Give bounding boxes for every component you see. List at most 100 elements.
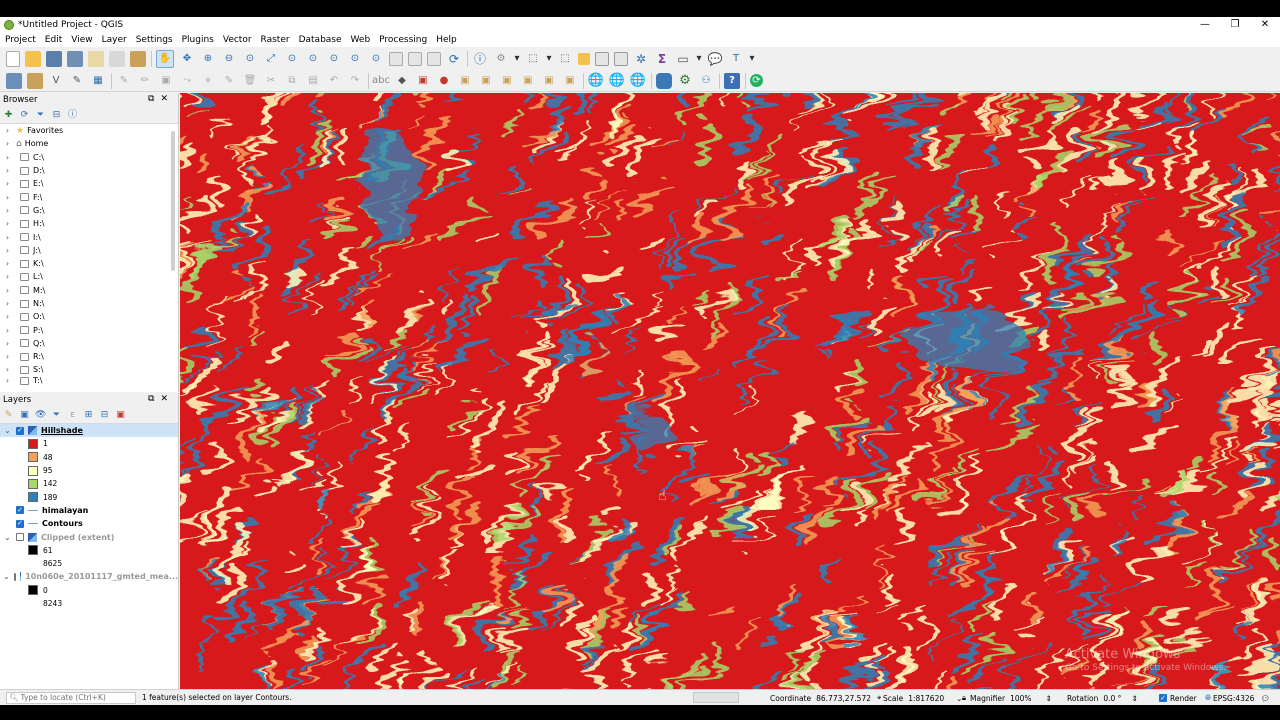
graphical-modeler-icon[interactable]: ⚇ [698,73,714,89]
rotate-label-icon[interactable]: ▣ [499,73,515,89]
save-project-icon[interactable] [46,51,62,67]
chevron-right-icon[interactable]: › [3,126,12,135]
show-hide-labels-icon[interactable]: ▣ [457,73,473,89]
select-by-value-icon[interactable]: ⬚ [557,51,573,67]
new-bookmark-icon[interactable] [408,52,422,66]
browser-item-drive[interactable]: › N:\ [0,297,178,310]
chevron-right-icon[interactable]: › [3,326,12,335]
chevron-right-icon[interactable]: › [3,352,12,361]
zoom-native-icon[interactable]: ⊙ [326,51,342,67]
browser-item-drive[interactable]: › F:\ [0,190,178,203]
chevron-right-icon[interactable]: › [3,233,12,242]
dropdown-arrow-icon[interactable]: ▾ [696,51,702,67]
chevron-down-icon[interactable]: ⌄ [3,533,12,542]
globe-wfs-icon[interactable]: 🌐 [609,73,625,89]
add-layer-icon[interactable]: ✚ [3,110,14,121]
cut-features-icon[interactable]: ✂ [263,73,279,89]
layer-visibility-checkbox[interactable] [13,572,17,581]
spinbox-arrows-icon[interactable]: ⇕ [1131,694,1137,703]
show-bookmarks-icon[interactable] [427,52,441,66]
layer-visibility-checkbox[interactable]: ✓ [16,506,24,515]
browser-item-drive[interactable]: › Q:\ [0,337,178,350]
float-panel-icon[interactable]: ⧉ [148,394,160,404]
select-features-icon[interactable]: ⬚ [525,51,541,67]
help-icon[interactable]: ? [724,72,740,89]
browser-item-drive[interactable]: › O:\ [0,310,178,323]
python-console-icon[interactable] [656,72,672,89]
magnifier-input[interactable]: 100% [1008,693,1033,704]
browser-item-drive[interactable]: › R:\ [0,350,178,363]
close-panel-icon[interactable]: ✕ [160,394,174,404]
dropdown-arrow-icon[interactable]: ▾ [514,51,520,67]
label-tool-icon[interactable]: abc [372,73,390,89]
filter-icon[interactable]: ⏷ [35,110,46,121]
identify-features-icon[interactable]: ⓘ [472,51,488,67]
chevron-right-icon[interactable]: › [3,166,12,175]
collapse-all-icon[interactable]: ⊟ [51,110,62,121]
crs-field[interactable]: 🌐︎ EPSG:4326 💬︎ [1205,692,1270,704]
browser-item-drive[interactable]: › C:\ [0,151,178,164]
pan-icon[interactable]: ✋ [156,50,174,68]
deselect-all-icon[interactable] [578,53,590,65]
expand-all-icon[interactable]: ⊞ [83,410,94,421]
save-edits-icon[interactable]: ▣ [158,73,174,89]
current-edits-icon[interactable]: ✎ [116,73,132,89]
zoom-full-icon[interactable]: ⤢ [263,51,279,67]
layer-item-clipped[interactable]: ⌄ Clipped (extent) [0,530,178,543]
map-canvas[interactable]: ☝ Activate Windows Go to Settings to act… [180,93,1280,703]
text-annotation-icon[interactable]: T [728,51,744,67]
manage-visibility-icon[interactable]: 👁 [35,410,46,421]
highlight-pinned-icon[interactable]: ● [436,73,452,89]
layer-style-icon[interactable]: ✎ [3,410,14,421]
toggle-extents-icon[interactable]: ⌖ [877,693,881,703]
filter-expression-icon[interactable]: ε [67,410,78,421]
dropdown-arrow-icon[interactable]: ▾ [749,51,755,67]
layer-visibility-checkbox[interactable]: ✓ [16,519,24,528]
browser-item-drive[interactable]: › H:\ [0,217,178,230]
chevron-right-icon[interactable]: › [3,377,12,385]
vertex-tool-icon[interactable]: ⋄ [200,73,216,89]
layer-item-contours[interactable]: ✓ Contours [0,517,178,530]
zoom-out-icon[interactable]: ⊖ [221,51,237,67]
attribute-table-icon[interactable] [595,52,609,66]
chevron-right-icon[interactable]: › [3,299,12,308]
undo-icon[interactable]: ↶ [326,73,342,89]
browser-item-drive[interactable]: › P:\ [0,323,178,336]
browser-item-drive[interactable]: › M:\ [0,284,178,297]
chevron-right-icon[interactable]: › [3,153,12,162]
data-source-manager-icon[interactable] [6,72,22,89]
chevron-right-icon[interactable]: › [3,219,12,228]
new-project-icon[interactable] [6,51,20,67]
menu-web[interactable]: Web [346,35,375,45]
new-temporary-layer-icon[interactable]: ▦ [90,73,106,89]
style-manager-icon[interactable] [130,51,146,67]
globe-wcs-icon[interactable]: 🌐 [630,73,646,89]
menu-view[interactable]: View [66,35,96,45]
browser-item-drive[interactable]: › L:\ [0,270,178,283]
chevron-right-icon[interactable]: › [3,286,12,295]
globe-wms-icon[interactable]: 🌐 [588,73,604,89]
chevron-right-icon[interactable]: › [3,193,12,202]
menu-layer[interactable]: Layer [97,35,131,45]
lock-icon[interactable]: 🔒︎ [962,693,966,703]
minimize-button[interactable]: — [1190,17,1220,33]
messages-icon[interactable]: 💬︎ [1260,694,1270,703]
menu-help[interactable]: Help [431,35,461,45]
zoom-rubberband-icon[interactable]: ⊙ [242,51,258,67]
browser-item-drive[interactable]: › K:\ [0,257,178,270]
modify-attributes-icon[interactable]: ✎ [221,73,237,89]
add-group-icon[interactable]: ▣ [19,410,30,421]
zoom-to-selection-icon[interactable]: ⊙ [284,51,300,67]
dropdown-arrow-icon[interactable]: ▾ [546,51,552,67]
save-as-icon[interactable] [67,51,83,67]
measure-icon[interactable]: ▭ [675,51,691,67]
locator-input[interactable] [20,693,131,702]
chevron-right-icon[interactable]: › [3,339,12,348]
label-properties-icon[interactable]: ▣ [541,73,557,89]
chevron-right-icon[interactable]: › [3,272,12,281]
plugin-manager-icon[interactable]: ⚙ [677,73,693,89]
delete-selected-icon[interactable]: 🗑 [242,73,258,89]
float-panel-icon[interactable]: ⧉ [148,94,160,104]
collapse-all-icon[interactable]: ⊟ [99,410,110,421]
move-label-icon[interactable]: ▣ [478,73,494,89]
